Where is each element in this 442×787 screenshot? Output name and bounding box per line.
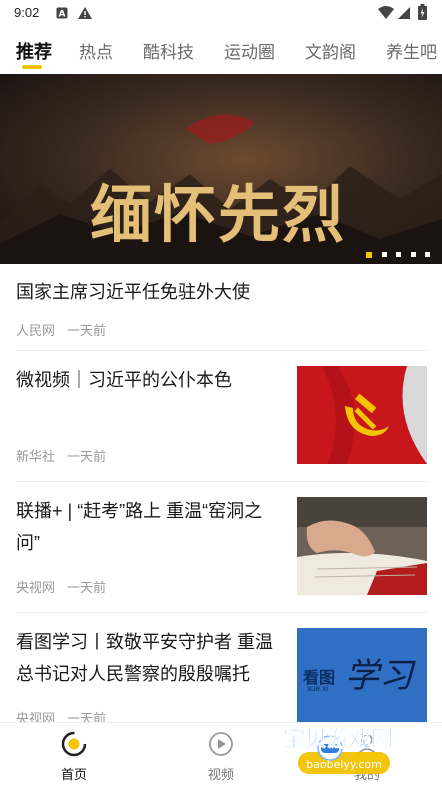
news-title: 国家主席习近平任免驻外大使	[16, 282, 250, 302]
tab-recommend[interactable]: 推荐	[16, 38, 52, 64]
watermark-logo: 宝贝游戏网 baobeiyy.com	[283, 726, 393, 774]
tab-health[interactable]: 养生吧	[386, 38, 437, 63]
carousel-dot[interactable]	[425, 252, 430, 258]
news-meta: 央视网 一天前	[16, 577, 118, 596]
wifi-icon	[378, 6, 394, 24]
news-time: 一天前	[67, 580, 107, 595]
notification-a-icon: A	[56, 6, 68, 24]
hand-document-image	[297, 497, 427, 595]
thumb-script: 学习	[345, 656, 413, 696]
warning-icon	[78, 6, 92, 24]
news-source: 新华社	[16, 449, 56, 464]
status-time: 9:02	[14, 5, 40, 20]
tab-culture[interactable]: 文韵阁	[305, 38, 356, 63]
banner-carousel[interactable]: 铭记历史 缅怀先烈	[0, 74, 442, 264]
carousel-dot[interactable]	[410, 252, 416, 258]
thumb-sublabel: xue xi	[307, 684, 328, 693]
tab-sports[interactable]: 运动圈	[224, 38, 275, 63]
news-time: 一天前	[67, 323, 107, 338]
news-source: 央视网	[16, 580, 56, 595]
news-title: 微视频｜习近平的公仆本色	[16, 370, 232, 390]
flag-image	[297, 366, 427, 464]
banner-image: 铭记历史 缅怀先烈	[0, 74, 442, 264]
nav-video[interactable]: 视频	[191, 731, 251, 783]
category-tabs: 推荐 热点 酷科技 运动圈 文韵阁 养生吧	[0, 30, 442, 72]
tab-tech[interactable]: 酷科技	[143, 38, 194, 63]
news-time: 一天前	[67, 449, 107, 464]
tab-hot[interactable]: 热点	[79, 38, 113, 63]
watermark: 宝贝游戏网 baobeiyy.com	[268, 722, 418, 782]
home-icon	[61, 731, 87, 757]
svg-text:A: A	[59, 10, 66, 20]
active-tab-indicator	[22, 65, 42, 69]
nav-home[interactable]: 首页	[44, 731, 104, 783]
battery-icon	[418, 4, 427, 25]
news-title: 联播+ | “赶考”路上 重温“窑洞之问”	[16, 501, 263, 553]
news-title: 看图学习丨致敬平安守护者 重温总书记对人民警察的殷殷嘱托	[16, 632, 273, 684]
banner-line1: 铭记历史	[80, 104, 336, 177]
carousel-dot-active[interactable]	[366, 251, 373, 258]
news-thumbnail: 看图 xue xi 学习	[297, 628, 427, 726]
play-icon	[209, 732, 233, 756]
signal-icon	[398, 6, 410, 24]
carousel-dot[interactable]	[381, 252, 387, 258]
news-item[interactable]: 微视频｜习近平的公仆本色 新华社 一天前	[16, 364, 427, 482]
carousel-dots	[361, 246, 430, 258]
nav-home-label: 首页	[60, 767, 87, 782]
news-meta: 人民网 一天前	[16, 320, 118, 339]
news-thumbnail	[297, 497, 427, 595]
news-source: 人民网	[16, 323, 56, 338]
status-bar: 9:02 A	[0, 0, 442, 26]
news-item[interactable]: 国家主席习近平任免驻外大使 人民网 一天前	[16, 276, 427, 351]
banner-line2: 缅怀先烈	[90, 178, 346, 251]
watermark-title: 宝贝游戏网	[283, 726, 393, 752]
news-thumbnail	[297, 366, 427, 464]
news-meta: 新华社 一天前	[16, 446, 118, 465]
carousel-dot[interactable]	[396, 252, 402, 258]
nav-video-label: 视频	[207, 767, 234, 782]
news-item[interactable]: 联播+ | “赶考”路上 重温“窑洞之问” 央视网 一天前	[16, 495, 427, 613]
watermark-url: baobeiyy.com	[306, 758, 382, 771]
